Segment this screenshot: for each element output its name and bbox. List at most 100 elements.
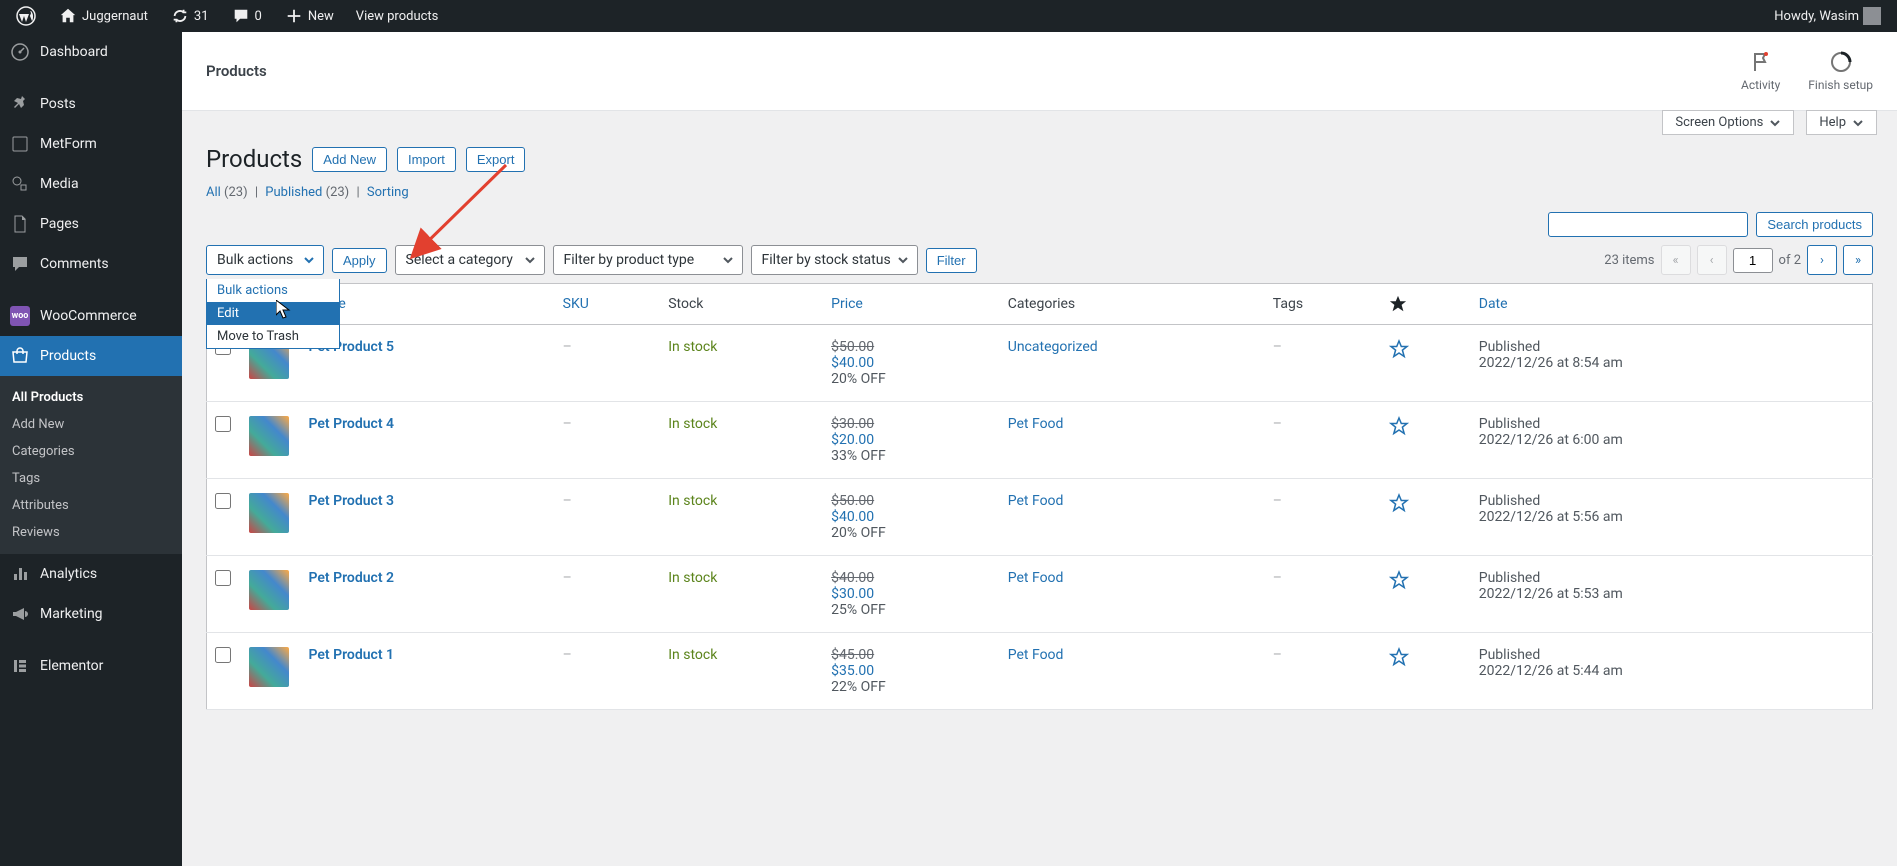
menu-label: WooCommerce bbox=[40, 308, 137, 324]
product-type-select[interactable]: Filter by product type bbox=[553, 245, 743, 275]
search-button[interactable]: Search products bbox=[1756, 212, 1873, 237]
price-new: $30.00 bbox=[831, 586, 992, 602]
activity-button[interactable]: Activity bbox=[1741, 50, 1780, 92]
filter-published[interactable]: Published bbox=[265, 185, 322, 200]
sub-categories[interactable]: Categories bbox=[0, 438, 182, 465]
avatar-icon bbox=[1863, 7, 1881, 25]
col-sku[interactable]: SKU bbox=[555, 284, 661, 325]
bulk-actions-dropdown: Bulk actions Edit Move to Trash bbox=[206, 279, 340, 349]
category-select[interactable]: Select a category bbox=[395, 245, 545, 275]
import-button[interactable]: Import bbox=[397, 147, 456, 172]
category-link[interactable]: Pet Food bbox=[1008, 416, 1064, 432]
flag-icon bbox=[1749, 50, 1773, 74]
menu-label: Analytics bbox=[40, 566, 97, 582]
site-name-link[interactable]: Juggernaut bbox=[50, 0, 156, 32]
featured-star[interactable] bbox=[1389, 572, 1409, 588]
menu-dashboard[interactable]: Dashboard bbox=[0, 32, 182, 72]
category-link[interactable]: Uncategorized bbox=[1008, 339, 1098, 355]
sub-add-new[interactable]: Add New bbox=[0, 411, 182, 438]
apply-button[interactable]: Apply bbox=[332, 248, 387, 273]
menu-label: Comments bbox=[40, 256, 109, 272]
view-products-link[interactable]: View products bbox=[348, 0, 447, 32]
row-checkbox[interactable] bbox=[215, 493, 231, 509]
featured-star[interactable] bbox=[1389, 649, 1409, 665]
publish-date: 2022/12/26 at 5:56 am bbox=[1479, 509, 1864, 525]
filter-sorting[interactable]: Sorting bbox=[367, 185, 409, 200]
sub-reviews[interactable]: Reviews bbox=[0, 519, 182, 546]
category-link[interactable]: Pet Food bbox=[1008, 570, 1064, 586]
publish-status: Published bbox=[1479, 339, 1864, 355]
stock-status: In stock bbox=[668, 647, 717, 663]
product-thumbnail[interactable] bbox=[249, 493, 289, 533]
new-content-link[interactable]: New bbox=[276, 0, 342, 32]
product-name-link[interactable]: Pet Product 4 bbox=[309, 416, 395, 432]
tags-value: – bbox=[1273, 647, 1282, 663]
items-count: 23 items bbox=[1604, 253, 1654, 268]
category-link[interactable]: Pet Food bbox=[1008, 493, 1064, 509]
product-thumbnail[interactable] bbox=[249, 647, 289, 687]
featured-star[interactable] bbox=[1389, 495, 1409, 511]
updates-link[interactable]: 31 bbox=[162, 0, 217, 32]
bulk-option-bulk-actions[interactable]: Bulk actions bbox=[207, 279, 339, 302]
category-link[interactable]: Pet Food bbox=[1008, 647, 1064, 663]
wp-logo[interactable] bbox=[8, 0, 44, 32]
row-checkbox[interactable] bbox=[215, 647, 231, 663]
menu-products[interactable]: Products bbox=[0, 336, 182, 376]
search-input[interactable] bbox=[1548, 212, 1748, 237]
products-submenu: All Products Add New Categories Tags Att… bbox=[0, 376, 182, 554]
product-name-link[interactable]: Pet Product 3 bbox=[309, 493, 395, 509]
current-page-input[interactable] bbox=[1733, 248, 1773, 273]
add-new-button[interactable]: Add New bbox=[312, 147, 387, 172]
howdy-link[interactable]: Howdy, Wasim bbox=[1766, 0, 1889, 32]
row-checkbox[interactable] bbox=[215, 416, 231, 432]
filter-button[interactable]: Filter bbox=[926, 248, 977, 273]
sub-all-products[interactable]: All Products bbox=[0, 384, 182, 411]
prev-page-button: ‹ bbox=[1697, 245, 1727, 275]
menu-media[interactable]: Media bbox=[0, 164, 182, 204]
comments-link[interactable]: 0 bbox=[223, 0, 270, 32]
price-old: $50.00 bbox=[831, 339, 992, 355]
products-icon bbox=[10, 346, 30, 366]
last-page-button[interactable]: » bbox=[1843, 245, 1873, 275]
price-discount: 25% OFF bbox=[831, 602, 992, 618]
sub-attributes[interactable]: Attributes bbox=[0, 492, 182, 519]
help-tab[interactable]: Help bbox=[1806, 110, 1877, 135]
menu-pages[interactable]: Pages bbox=[0, 204, 182, 244]
price-new: $20.00 bbox=[831, 432, 992, 448]
menu-elementor[interactable]: Elementor bbox=[0, 646, 182, 686]
col-date[interactable]: Date bbox=[1471, 284, 1873, 325]
tags-value: – bbox=[1273, 570, 1282, 586]
filter-all[interactable]: All bbox=[206, 185, 221, 200]
menu-comments[interactable]: Comments bbox=[0, 244, 182, 284]
next-page-button[interactable]: › bbox=[1807, 245, 1837, 275]
form-icon bbox=[10, 134, 30, 154]
sub-tags[interactable]: Tags bbox=[0, 465, 182, 492]
menu-posts[interactable]: Posts bbox=[0, 84, 182, 124]
export-button[interactable]: Export bbox=[466, 147, 526, 172]
featured-star[interactable] bbox=[1389, 341, 1409, 357]
stock-status-select[interactable]: Filter by stock status bbox=[751, 245, 918, 275]
featured-star[interactable] bbox=[1389, 418, 1409, 434]
bulk-option-edit[interactable]: Edit bbox=[207, 302, 339, 325]
product-name-link[interactable]: Pet Product 1 bbox=[309, 647, 395, 663]
bulk-actions-select[interactable]: Bulk actions bbox=[206, 245, 324, 275]
menu-marketing[interactable]: Marketing bbox=[0, 594, 182, 634]
bulk-option-trash[interactable]: Move to Trash bbox=[207, 325, 339, 348]
col-price[interactable]: Price bbox=[823, 284, 1000, 325]
product-name-link[interactable]: Pet Product 2 bbox=[309, 570, 395, 586]
screen-options-tab[interactable]: Screen Options bbox=[1662, 110, 1794, 135]
table-row: Pet Product 4 – In stock $30.00 $20.00 3… bbox=[207, 402, 1873, 479]
product-thumbnail[interactable] bbox=[249, 570, 289, 610]
product-thumbnail[interactable] bbox=[249, 416, 289, 456]
view-products-label: View products bbox=[356, 9, 439, 24]
row-checkbox[interactable] bbox=[215, 570, 231, 586]
menu-label: Products bbox=[40, 348, 96, 364]
finish-setup-button[interactable]: Finish setup bbox=[1808, 50, 1873, 92]
menu-metform[interactable]: MetForm bbox=[0, 124, 182, 164]
price-old: $50.00 bbox=[831, 493, 992, 509]
menu-analytics[interactable]: Analytics bbox=[0, 554, 182, 594]
publish-status: Published bbox=[1479, 416, 1864, 432]
sku-value: – bbox=[563, 416, 572, 432]
menu-woocommerce[interactable]: wooWooCommerce bbox=[0, 296, 182, 336]
analytics-icon bbox=[10, 564, 30, 584]
